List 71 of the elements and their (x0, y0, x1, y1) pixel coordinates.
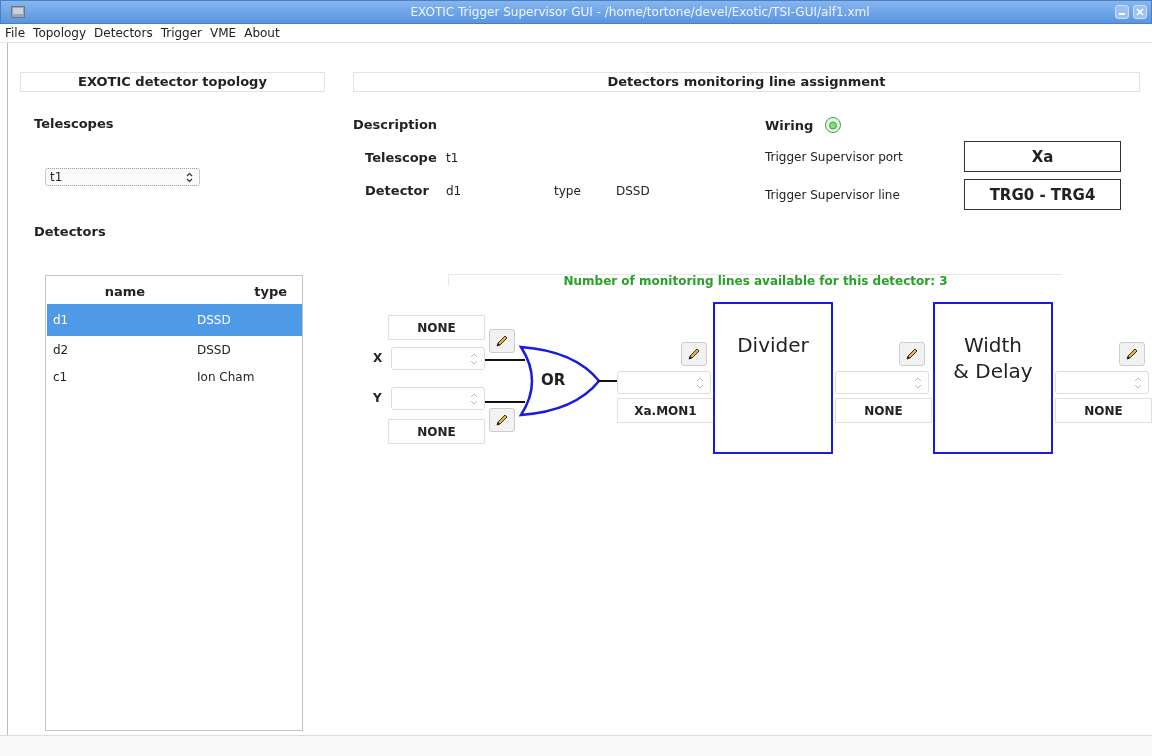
table-cell-text: DSSD (197, 342, 232, 357)
menu-item[interactable]: VME (210, 26, 237, 40)
table-cell-text: c1 (52, 369, 69, 384)
pencil-icon (686, 346, 702, 362)
wire (598, 380, 618, 382)
field-label: Trigger Supervisor port (765, 149, 904, 164)
input-label: X (373, 351, 383, 365)
telescope-dropdown[interactable]: t1 (45, 168, 200, 186)
pencil-icon (494, 333, 510, 349)
field-label: Detector (365, 183, 430, 198)
field-label: Telescope (365, 150, 438, 165)
close-icon (1136, 8, 1144, 16)
input-label: Y (373, 391, 382, 405)
line-label: NONE (388, 315, 485, 340)
spin-arrows-icon (470, 391, 478, 406)
port-value-box: Xa (964, 141, 1121, 172)
line-label: NONE (388, 419, 485, 444)
spin-arrows-icon (1134, 375, 1142, 390)
menu-item[interactable]: Detectors (94, 26, 153, 40)
section-label: Wiring (765, 117, 814, 133)
field-value: t1 (446, 150, 459, 165)
wire (485, 401, 525, 403)
column-header[interactable]: name (47, 283, 197, 299)
spin-arrows-icon (186, 171, 193, 183)
minimize-button[interactable] (1115, 5, 1129, 19)
line-value-box: TRG0 - TRG4 (964, 179, 1121, 210)
table-cell-text: d1 (52, 313, 70, 327)
status-message: Number of monitoring lines available for this detector: 3 (448, 274, 1062, 286)
wire (485, 359, 525, 361)
spin-arrows-icon (696, 375, 704, 390)
spin-arrows-icon (470, 351, 478, 366)
menu-item[interactable]: Trigger (160, 26, 203, 40)
spin-arrows-icon (914, 375, 922, 390)
gate-label: OR (541, 371, 566, 389)
panel-header: EXOTIC detector topology (20, 72, 325, 92)
table-cell-text: d2 (52, 342, 70, 357)
spin-box[interactable] (1055, 371, 1149, 394)
table-row[interactable]: d2 DSSD (47, 336, 302, 363)
section-label: Telescopes (34, 116, 115, 131)
menu-item[interactable]: Topology (33, 26, 87, 40)
edit-button[interactable] (899, 342, 925, 366)
edit-button[interactable] (489, 329, 515, 353)
field-label: Trigger Supervisor line (765, 187, 901, 202)
edit-button[interactable] (681, 342, 707, 366)
line-label: Xa.MON1 (617, 398, 714, 423)
section-label: Description (353, 117, 438, 132)
close-button[interactable] (1133, 5, 1147, 19)
field-value: d1 (446, 183, 463, 198)
table-cell-text: DSSD (197, 313, 232, 327)
edit-button[interactable] (1119, 342, 1145, 366)
pencil-icon (1124, 346, 1140, 362)
pencil-icon (904, 346, 920, 362)
panel-header: Detectors monitoring line assignment (353, 72, 1140, 92)
table-cell-text: Ion Cham (197, 369, 256, 384)
edit-button[interactable] (489, 408, 515, 432)
module-block: Divider (713, 302, 833, 454)
pencil-icon (494, 412, 510, 428)
table-row[interactable]: c1 Ion Cham (47, 363, 302, 390)
field-value: DSSD (616, 183, 650, 198)
section-label: Detectors (34, 224, 107, 239)
window-title: EXOTIC Trigger Supervisor GUI - /home/tortone/devel/Exotic/TSI-GUI/alf1.xml (409, 5, 871, 19)
line-label: NONE (835, 398, 932, 423)
module-block: Width & Delay (933, 302, 1053, 454)
line-label: NONE (1055, 398, 1152, 423)
spin-box[interactable] (835, 371, 929, 394)
spin-box[interactable] (617, 371, 711, 394)
column-header[interactable]: type (197, 283, 297, 299)
app-icon (11, 6, 25, 18)
menu-item[interactable]: File (5, 26, 26, 40)
menu-item[interactable]: About (244, 26, 280, 40)
field-label: type (554, 183, 582, 198)
